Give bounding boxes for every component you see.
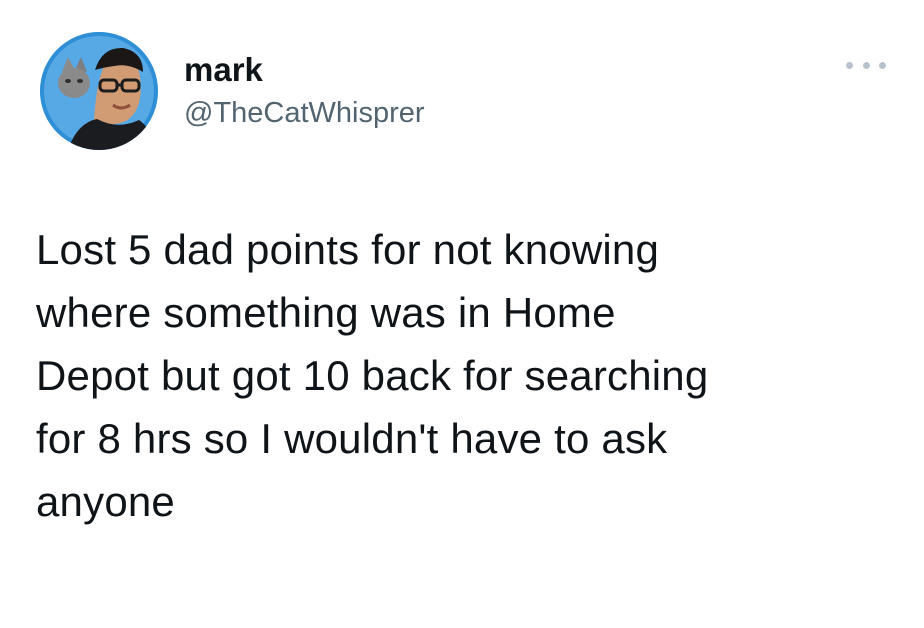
tweet-text: Lost 5 dad points for not knowing where …: [36, 218, 896, 533]
tweet-line-3: Depot but got 10 back for searching: [36, 352, 709, 399]
tweet-line-2: where something was in Home: [36, 289, 616, 336]
author-display-name[interactable]: mark: [184, 50, 263, 90]
tweet-line-5: anyone: [36, 478, 175, 525]
tweet-line-1: Lost 5 dad points for not knowing: [36, 226, 660, 273]
tweet-line-4: for 8 hrs so I wouldn't have to ask: [36, 415, 668, 462]
author-handle[interactable]: @TheCatWhisprer: [184, 95, 425, 131]
avatar-photo-icon: [40, 32, 158, 150]
more-options-button[interactable]: [846, 55, 886, 75]
profile-avatar[interactable]: [40, 32, 158, 150]
more-dot-icon: [846, 61, 853, 69]
tweet-card: mark @TheCatWhisprer Lost 5 dad points f…: [0, 0, 924, 628]
more-dot-icon: [879, 61, 886, 69]
more-dot-icon: [862, 61, 870, 69]
